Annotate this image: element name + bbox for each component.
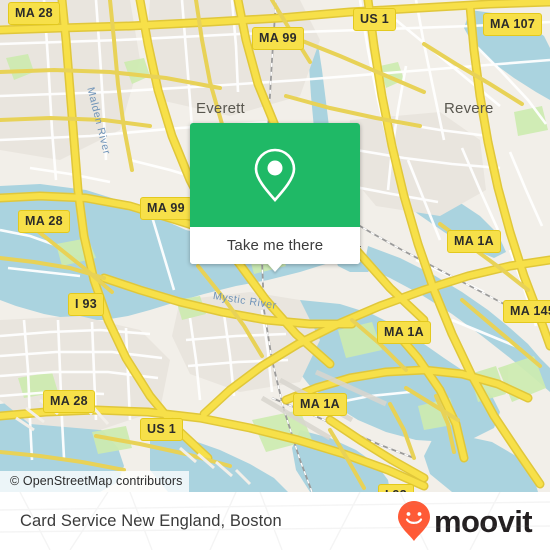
screenshot-root: Everett Revere ea Malden River Mystic Ri… bbox=[0, 0, 550, 550]
shield-us-1-north[interactable]: US 1 bbox=[353, 8, 396, 31]
shield-i-93-clipped[interactable]: I 93 bbox=[378, 484, 415, 492]
moovit-logo[interactable]: moovit bbox=[397, 500, 533, 542]
shield-us-1-south[interactable]: US 1 bbox=[140, 418, 183, 441]
shield-ma-28-south[interactable]: MA 28 bbox=[43, 390, 95, 413]
shield-ma-1a-east[interactable]: MA 1A bbox=[447, 230, 501, 253]
shield-ma-145[interactable]: MA 145 bbox=[503, 300, 550, 323]
shield-i-93[interactable]: I 93 bbox=[68, 293, 105, 316]
shield-ma-1a-south[interactable]: MA 1A bbox=[293, 393, 347, 416]
footer-bar: Card Service New England, Boston moovit bbox=[0, 492, 550, 550]
callout-pointer bbox=[267, 263, 283, 272]
shield-ma-28-north[interactable]: MA 28 bbox=[8, 2, 60, 25]
location-callout-card[interactable]: Take me there bbox=[190, 123, 360, 272]
moovit-smiley-pin-icon bbox=[397, 501, 430, 541]
callout-header bbox=[190, 123, 360, 227]
shield-ma-28-mid[interactable]: MA 28 bbox=[18, 210, 70, 233]
page-title: Card Service New England, Boston bbox=[20, 511, 282, 530]
take-me-there-button[interactable]: Take me there bbox=[190, 227, 360, 264]
map-pin-icon bbox=[254, 148, 296, 202]
moovit-wordmark: moovit bbox=[433, 503, 533, 539]
shield-ma-1a-mid[interactable]: MA 1A bbox=[377, 321, 431, 344]
osm-attribution[interactable]: © OpenStreetMap contributors bbox=[0, 471, 189, 492]
shield-ma-107[interactable]: MA 107 bbox=[483, 13, 543, 36]
shield-ma-99-mid[interactable]: MA 99 bbox=[140, 197, 192, 220]
shield-ma-99-north[interactable]: MA 99 bbox=[252, 27, 304, 50]
map-canvas[interactable]: Everett Revere ea Malden River Mystic Ri… bbox=[0, 0, 550, 492]
